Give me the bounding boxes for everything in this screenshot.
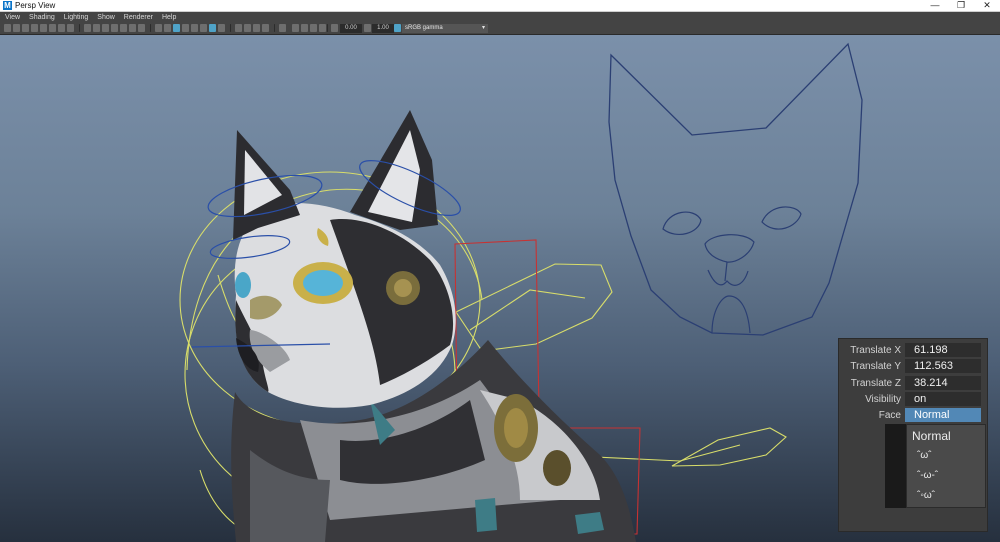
dropdown-option-face-1[interactable]: ˆωˆ <box>917 446 991 466</box>
maya-logo-icon: M <box>3 1 12 10</box>
visibility-field[interactable]: on <box>905 392 981 406</box>
motion-blur-icon[interactable] <box>244 24 251 32</box>
backface-culling-icon[interactable] <box>319 24 326 32</box>
translate-x-field[interactable]: 61.198 <box>905 343 981 357</box>
gate-mask-icon[interactable] <box>93 24 100 32</box>
exposure-field[interactable]: 0.00 <box>340 24 362 33</box>
film-gate-icon[interactable] <box>67 24 74 32</box>
select-camera-icon[interactable] <box>4 24 11 32</box>
minimize-icon[interactable]: — <box>922 0 948 11</box>
toolbar-divider <box>274 24 275 32</box>
xray-icon[interactable] <box>209 24 216 32</box>
toolbar-divider <box>79 24 80 32</box>
display-resolution-icon[interactable] <box>279 24 286 32</box>
smooth-shade-icon[interactable] <box>164 24 171 32</box>
channel-row-visibility: Visibility on <box>839 392 987 407</box>
menu-renderer[interactable]: Renderer <box>119 12 157 23</box>
window-title: Persp View <box>15 1 56 10</box>
translate-z-field[interactable]: 38.214 <box>905 376 981 390</box>
menu-shading[interactable]: Shading <box>24 12 59 23</box>
channel-label[interactable]: Translate Y <box>839 359 901 374</box>
menu-show[interactable]: Show <box>92 12 119 23</box>
2d-pan-zoom-icon[interactable] <box>40 24 47 32</box>
channel-row-face: Face Normal <box>839 408 987 423</box>
toolbar-divider <box>327 24 328 32</box>
dropdown-list: Normal ˆωˆ ˆ-ω-ˆ ˆ◦ωˆ <box>906 424 986 508</box>
channel-row-translate-x: Translate X 61.198 <box>839 343 987 358</box>
view-transform-label: sRGB gamma <box>405 25 443 31</box>
right-eye-control-curve <box>761 206 802 230</box>
wireframe-on-shaded-icon[interactable] <box>173 24 180 32</box>
textured-icon[interactable] <box>182 24 189 32</box>
channel-label[interactable]: Face <box>839 408 901 423</box>
dropdown-option-normal[interactable]: Normal <box>912 426 986 446</box>
dropdown-option-face-3[interactable]: ˆ◦ωˆ <box>917 486 991 506</box>
safe-action-icon[interactable] <box>111 24 118 32</box>
gamma-field[interactable]: 1.00 <box>372 24 394 33</box>
view-transform-select[interactable]: sRGB gamma ▾ <box>402 24 488 33</box>
isolate-icon[interactable] <box>292 24 299 32</box>
menu-view[interactable]: View <box>0 12 24 23</box>
title-bar: M Persp View — ❐ ✕ <box>0 0 1000 12</box>
menu-bar: View Shading Lighting Show Renderer Help <box>0 12 1000 23</box>
frame-selection-icon[interactable] <box>310 24 317 32</box>
wireframe-icon[interactable] <box>155 24 162 32</box>
nose-control-curve <box>704 234 755 263</box>
lock-camera-icon[interactable] <box>58 24 65 32</box>
face-dropdown-menu: Normal ˆωˆ ˆ-ω-ˆ ˆ◦ωˆ <box>885 424 988 509</box>
channel-label[interactable]: Translate X <box>839 343 901 358</box>
channel-label[interactable]: Visibility <box>839 392 901 407</box>
toolbar-divider <box>230 24 231 32</box>
chevron-down-icon: ▾ <box>481 25 485 31</box>
jaw-control-curve <box>711 295 751 334</box>
grease-pencil-icon[interactable] <box>49 24 56 32</box>
menu-lighting[interactable]: Lighting <box>59 12 93 23</box>
cat-face-control-curve <box>608 42 863 336</box>
camera-attributes-icon[interactable] <box>13 24 20 32</box>
depth-of-field-icon[interactable] <box>262 24 269 32</box>
channel-row-translate-y: Translate Y 112.563 <box>839 359 987 374</box>
image-plane-icon[interactable] <box>31 24 38 32</box>
channel-label[interactable]: Translate Z <box>839 376 901 391</box>
left-eye-control-curve <box>662 211 702 236</box>
color-management-icon[interactable] <box>394 24 401 32</box>
mouth-control-curve <box>707 261 749 286</box>
use-all-lights-icon[interactable] <box>191 24 198 32</box>
channel-row-translate-z: Translate Z 38.214 <box>839 376 987 391</box>
safe-title-icon[interactable] <box>120 24 127 32</box>
translate-y-field[interactable]: 112.563 <box>905 359 981 373</box>
close-icon[interactable]: ✕ <box>974 0 1000 11</box>
isolate-select-icon[interactable] <box>138 24 145 32</box>
xray-joints-icon[interactable] <box>218 24 225 32</box>
gamma-icon[interactable] <box>364 24 371 32</box>
dropdown-option-face-2[interactable]: ˆ-ω-ˆ <box>917 466 991 486</box>
ambient-occlusion-icon[interactable] <box>235 24 242 32</box>
exposure-icon[interactable] <box>331 24 338 32</box>
anti-aliasing-icon[interactable] <box>253 24 260 32</box>
toolbar-divider <box>150 24 151 32</box>
frame-all-icon[interactable] <box>301 24 308 32</box>
menu-help[interactable]: Help <box>157 12 180 23</box>
shadows-icon[interactable] <box>200 24 207 32</box>
restore-icon[interactable]: ❐ <box>948 0 974 11</box>
field-chart-icon[interactable] <box>102 24 109 32</box>
resolution-gate-icon[interactable] <box>84 24 91 32</box>
face-enum-field[interactable]: Normal <box>905 408 981 422</box>
bookmark-icon[interactable] <box>22 24 29 32</box>
grid-icon[interactable] <box>129 24 136 32</box>
panel-toolbar: 0.00 1.00 sRGB gamma ▾ <box>0 23 1000 35</box>
